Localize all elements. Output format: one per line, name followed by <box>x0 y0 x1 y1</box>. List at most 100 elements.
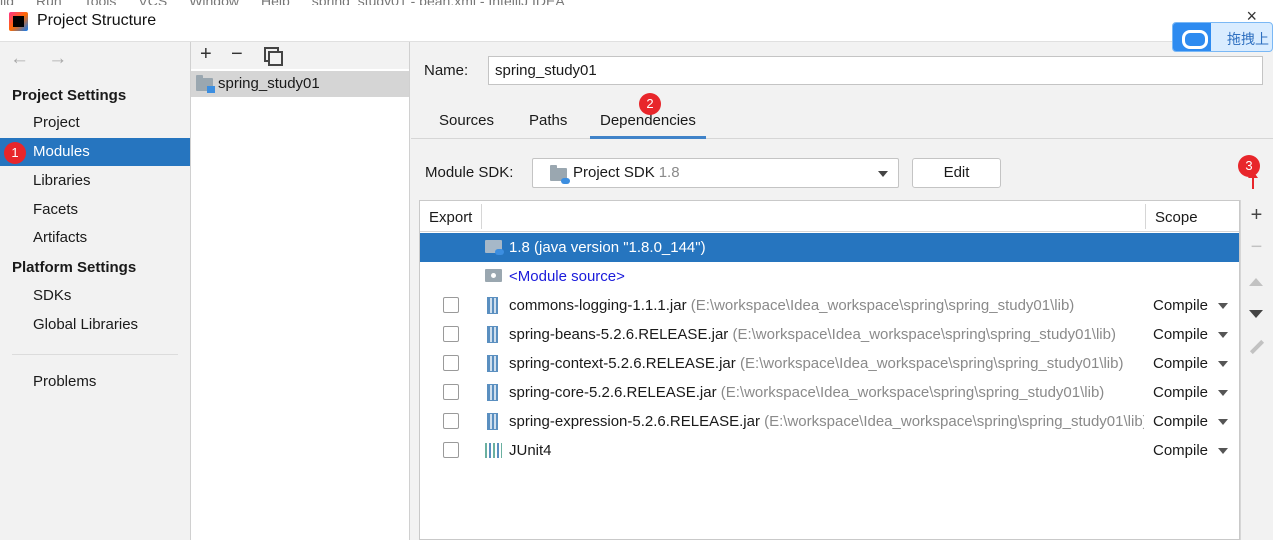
module-name-field[interactable]: spring_study01 <box>488 56 1263 85</box>
menu-ghost-item: VCS <box>138 0 167 5</box>
header-separator <box>481 204 482 229</box>
table-row[interactable]: spring-beans-5.2.6.RELEASE.jar (E:\works… <box>420 320 1239 349</box>
platform-settings-heading: Platform Settings <box>12 259 137 276</box>
chevron-down-icon[interactable] <box>1218 419 1228 425</box>
dependency-path: (E:\workspace\Idea_workspace\spring\spri… <box>720 384 1105 401</box>
scope-dropdown[interactable]: Compile <box>1153 413 1208 430</box>
cloud-upload-widget[interactable]: 拖拽上 <box>1172 22 1273 52</box>
dependency-name: 1.8 (java version "1.8.0_144") <box>509 239 706 256</box>
add-dependency-icon[interactable]: + <box>1241 204 1272 227</box>
table-row[interactable]: <Module source> <box>420 262 1239 291</box>
sidebar-item-modules[interactable]: Modules <box>0 138 190 166</box>
sidebar-item-artifacts[interactable]: Artifacts <box>0 224 190 252</box>
menu-ghost-item: Window <box>189 0 239 5</box>
cloud-icon <box>1173 23 1211 51</box>
column-header-scope[interactable]: Scope <box>1155 209 1198 226</box>
chevron-down-icon[interactable] <box>1218 390 1228 396</box>
sidebar-item-global-libraries[interactable]: Global Libraries <box>0 311 190 339</box>
annotation-badge-1: 1 <box>4 142 26 164</box>
table-row[interactable]: spring-expression-5.2.6.RELEASE.jar (E:\… <box>420 407 1239 436</box>
dependencies-side-toolbar: + − <box>1240 200 1271 540</box>
module-source-icon <box>485 269 502 282</box>
name-label: Name: <box>424 62 469 79</box>
sidebar-item-problems[interactable]: Problems <box>0 368 190 396</box>
chevron-down-icon[interactable] <box>1218 332 1228 338</box>
module-folder-icon <box>196 75 215 93</box>
scope-dropdown[interactable]: Compile <box>1153 297 1208 314</box>
module-list-item-label: spring_study01 <box>218 75 320 92</box>
chevron-down-icon <box>878 171 888 177</box>
scope-dropdown[interactable]: Compile <box>1153 326 1208 343</box>
back-arrow-icon[interactable]: ← <box>10 48 29 69</box>
move-down-icon[interactable] <box>1249 310 1263 318</box>
dependencies-table: Export Scope 1.8 (java version "1.8.0_14… <box>419 200 1240 540</box>
scope-dropdown[interactable]: Compile <box>1153 384 1208 401</box>
dependency-path: (E:\workspace\Idea_workspace\spring\spri… <box>690 297 1075 314</box>
chevron-down-icon[interactable] <box>1218 361 1228 367</box>
tab-paths[interactable]: Paths <box>529 112 567 129</box>
sidebar-divider <box>12 354 178 355</box>
export-checkbox[interactable] <box>443 355 459 371</box>
sidebar-item-sdks[interactable]: SDKs <box>0 282 190 310</box>
table-row[interactable]: spring-context-5.2.6.RELEASE.jar (E:\wor… <box>420 349 1239 378</box>
dependency-label: JUnit4 <box>509 442 1144 459</box>
settings-sidebar: ← → Project Settings Project Modules Lib… <box>0 42 191 540</box>
table-row[interactable]: 1.8 (java version "1.8.0_144") <box>420 233 1239 262</box>
module-tabs: Sources Paths Dependencies <box>411 106 1273 139</box>
remove-module-icon[interactable]: − <box>231 43 243 66</box>
chevron-down-icon[interactable] <box>1218 303 1228 309</box>
jar-icon <box>487 355 498 372</box>
jar-icon <box>487 326 498 343</box>
jar-icon <box>487 297 498 314</box>
window-title: Project Structure <box>37 12 157 29</box>
module-list-panel: + − spring_study01 <box>191 42 410 540</box>
tab-sources[interactable]: Sources <box>439 112 494 129</box>
dependency-name: JUnit4 <box>509 442 552 459</box>
module-list-item[interactable]: spring_study01 <box>191 71 409 97</box>
module-list-toolbar: + − <box>191 42 409 69</box>
table-row[interactable]: commons-logging-1.1.1.jar (E:\workspace\… <box>420 291 1239 320</box>
sidebar-item-facets[interactable]: Facets <box>0 196 190 224</box>
forward-arrow-icon[interactable]: → <box>48 48 67 69</box>
add-module-icon[interactable]: + <box>200 43 212 66</box>
export-checkbox[interactable] <box>443 413 459 429</box>
export-checkbox[interactable] <box>443 442 459 458</box>
column-header-export[interactable]: Export <box>429 209 472 226</box>
dependency-path: (E:\workspace\Idea_workspace\spring\spri… <box>739 355 1124 372</box>
sidebar-item-project[interactable]: Project <box>0 109 190 137</box>
module-sdk-dropdown[interactable]: Project SDK 1.8 <box>532 158 899 188</box>
move-up-icon[interactable] <box>1249 278 1263 286</box>
edit-dependency-icon[interactable] <box>1249 339 1265 355</box>
sidebar-item-libraries[interactable]: Libraries <box>0 167 190 195</box>
dependency-name: commons-logging-1.1.1.jar <box>509 297 687 314</box>
dependency-label: spring-context-5.2.6.RELEASE.jar (E:\wor… <box>509 355 1144 372</box>
menu-bar-ghost: ild Run Tools VCS Window Help spring_study01 -… <box>0 0 587 5</box>
export-checkbox[interactable] <box>443 384 459 400</box>
export-checkbox[interactable] <box>443 297 459 313</box>
scope-dropdown[interactable]: Compile <box>1153 355 1208 372</box>
sdk-name: Project SDK <box>573 164 655 181</box>
tab-dependencies[interactable]: Dependencies <box>590 112 706 139</box>
chevron-down-icon[interactable] <box>1218 448 1228 454</box>
dependency-name: spring-beans-5.2.6.RELEASE.jar <box>509 326 729 343</box>
scope-dropdown[interactable]: Compile <box>1153 442 1208 459</box>
cloud-widget-text: 拖拽上 <box>1227 31 1269 47</box>
intellij-logo-icon <box>9 12 28 31</box>
sdk-folder-icon <box>550 165 570 184</box>
dependencies-table-header: Export Scope <box>420 201 1239 232</box>
jar-icon <box>487 413 498 430</box>
title-bar: ild Run Tools VCS Window Help spring_study01 -… <box>0 0 1273 42</box>
module-details-panel: Name: spring_study01 Sources Paths Depen… <box>411 42 1273 540</box>
table-row[interactable]: JUnit4 Compile <box>420 436 1239 465</box>
dependency-path: (E:\workspace\Idea_workspace\spring\spri… <box>764 413 1144 430</box>
remove-dependency-icon[interactable]: − <box>1241 236 1272 259</box>
dependency-label: <Module source> <box>509 268 1144 285</box>
dependency-name: spring-expression-5.2.6.RELEASE.jar <box>509 413 760 430</box>
copy-module-icon[interactable] <box>264 47 283 66</box>
menu-ghost-item: Tools <box>84 0 117 5</box>
export-checkbox[interactable] <box>443 326 459 342</box>
table-row[interactable]: spring-core-5.2.6.RELEASE.jar (E:\worksp… <box>420 378 1239 407</box>
edit-sdk-button[interactable]: Edit <box>912 158 1001 188</box>
annotation-badge-2: 2 <box>639 93 661 115</box>
menu-ghost-item: Help <box>261 0 290 5</box>
